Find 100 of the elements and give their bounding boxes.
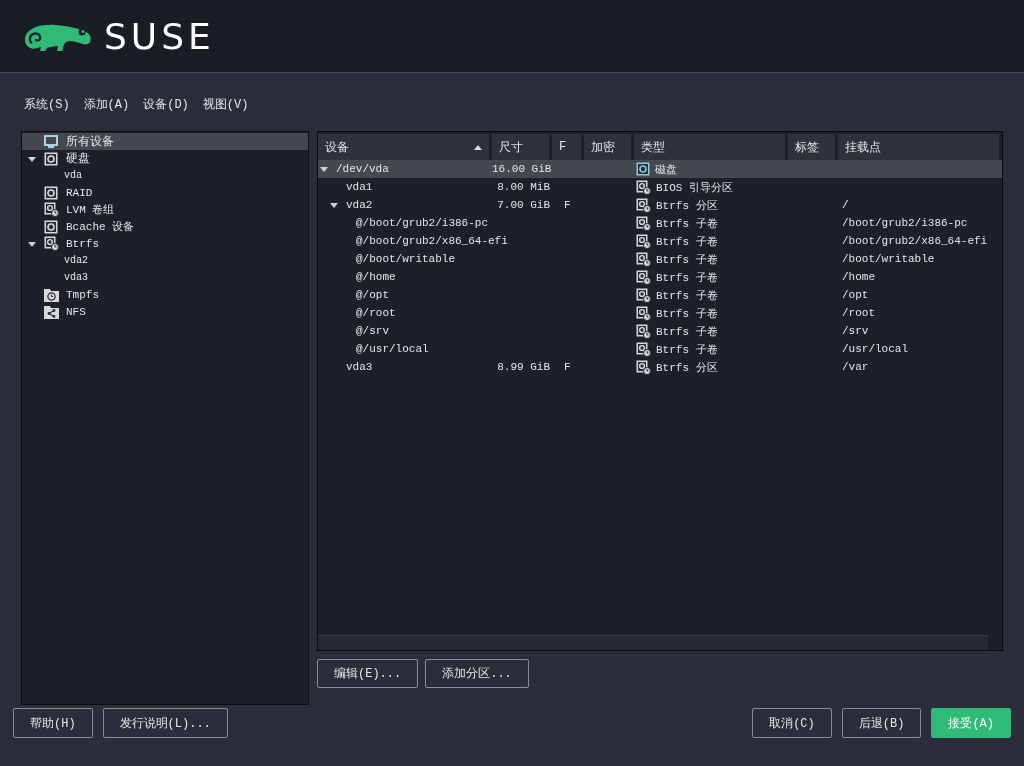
disk-clock-icon [636,179,651,195]
disk-clock-icon [636,269,651,285]
table-row[interactable]: @/home Btrfs 子卷 /home [318,268,1002,286]
mount-point-cell: /var [842,361,869,373]
column-header[interactable]: 标签 [788,134,835,160]
column-header[interactable]: 尺寸 [492,134,549,160]
disk-clock-icon [636,215,651,231]
device-cell: @/root [356,307,396,319]
table-row[interactable]: @/srv Btrfs 子卷 /srv [318,322,1002,340]
type-cell-text: 磁盘 [655,162,677,177]
disk-clock-icon [636,197,651,213]
tree-item[interactable]: Bcache 设备 [22,218,308,235]
type-cell-text: Btrfs 分区 [656,198,718,213]
table-row[interactable]: @/opt Btrfs 子卷 /opt [318,286,1002,304]
mount-point-cell: /home [842,271,875,283]
footer-button[interactable]: 取消(C) [752,708,832,738]
logo-text: SUSE [104,15,215,57]
type-cell-text: Btrfs 子卷 [656,216,718,231]
table-row[interactable]: @/boot/writable Btrfs 子卷 /boot/writable [318,250,1002,268]
footer-button[interactable]: 后退(B) [841,708,922,738]
table-row[interactable]: @/usr/local Btrfs 子卷 /usr/local [318,340,1002,358]
disk-clock-icon [636,359,651,375]
monitor-icon [44,134,58,149]
size-cell: 8.99 GiB [497,361,550,373]
collapse-arrow-icon[interactable] [330,201,338,209]
footer-button[interactable]: 帮助(H) [13,708,93,738]
device-cell: @/boot/grub2/i386-pc [356,217,489,229]
disk-icon [636,162,650,176]
format-flag-cell: F [564,361,571,373]
folder-clock-icon [44,287,59,302]
tree-item[interactable]: Btrfs [22,235,308,252]
column-header[interactable]: 挂载点 [838,134,999,160]
tree-item[interactable]: RAID [22,184,308,201]
table-row[interactable]: vda2 7.00 GiB F Btrfs 分区 / [318,196,1002,214]
device-cell: @/boot/grub2/x86_64-efi [356,235,508,247]
device-cell: vda3 [346,361,373,373]
disk-clock-icon [636,341,651,357]
type-cell-text: Btrfs 子卷 [656,342,718,357]
type-cell-text: Btrfs 子卷 [656,288,718,303]
type-cell-text: Btrfs 子卷 [656,324,718,339]
size-cell: 8.00 MiB [497,181,550,193]
collapse-arrow-icon[interactable] [320,165,328,173]
tree-item[interactable]: 硬盘 [22,150,308,167]
device-cell: @/opt [356,289,389,301]
mount-point-cell: /boot/grub2/x86_64-efi [842,235,988,247]
mount-point-cell: /opt [842,289,869,301]
device-cell: vda2 [346,199,373,211]
tree-item[interactable]: NFS [22,303,308,320]
column-header[interactable]: 加密 [584,134,631,160]
disk-clock-icon [636,233,651,249]
mount-point-cell: /boot/writable [842,253,935,265]
mount-point-cell: /srv [842,325,869,337]
tree-item[interactable]: Tmpfs [22,286,308,303]
size-cell: 7.00 GiB [497,199,550,211]
device-cell: vda1 [346,181,373,193]
mount-point-cell: / [842,199,849,211]
table-row[interactable]: /dev/vda 16.00 GiB 磁盘 [318,160,1002,178]
type-cell-text: Btrfs 子卷 [656,306,718,321]
horizontal-scrollbar[interactable] [318,635,988,650]
table-row[interactable]: vda3 8.99 GiB F Btrfs 分区 /var [318,358,1002,376]
device-cell: @/boot/writable [356,253,456,265]
type-cell-text: Btrfs 子卷 [656,270,718,285]
tree-item[interactable]: 所有设备 [22,133,308,150]
table-action-button[interactable]: 添加分区... [425,659,529,688]
device-cell: @/usr/local [356,343,429,355]
column-header[interactable]: F [552,134,581,160]
tree-item[interactable]: vda2 [22,252,308,269]
tree-item[interactable]: LVM 卷组 [22,201,308,218]
disk-clock-icon [636,251,651,267]
disk-icon [44,185,58,200]
disk-icon [44,151,58,166]
footer-button[interactable]: 发行说明(L)... [102,708,228,738]
table-row[interactable]: @/boot/grub2/i386-pc Btrfs 子卷 /boot/grub2/i386-pc [318,214,1002,232]
format-flag-cell: F [564,199,571,211]
mount-point-cell: /boot/grub2/i386-pc [842,217,968,229]
disk-clock-icon [44,236,59,251]
type-cell-text: Btrfs 子卷 [656,252,718,267]
mount-point-cell: /usr/local [842,343,908,355]
disk-icon [44,219,58,234]
column-header[interactable]: 类型 [634,134,785,160]
table-action-button[interactable]: 编辑(E)... [317,659,419,688]
disk-clock-icon [44,202,59,217]
sort-ascending-icon [474,144,482,150]
table-row[interactable]: vda1 8.00 MiB BIOS 引导分区 [318,178,1002,196]
disk-clock-icon [636,287,651,303]
device-cell: @/home [356,271,396,283]
collapse-arrow-icon[interactable] [28,239,36,248]
folder-share-icon [44,304,59,319]
type-cell-text: Btrfs 分区 [656,360,718,375]
type-cell-text: Btrfs 子卷 [656,234,718,249]
table-row[interactable]: @/boot/grub2/x86_64-efi Btrfs 子卷 /boot/grub2/x86_64-efi [318,232,1002,250]
disk-clock-icon [636,305,651,321]
column-header[interactable]: 设备 [318,134,489,160]
disk-clock-icon [636,323,651,339]
tree-item[interactable]: vda3 [22,269,308,286]
table-row[interactable]: @/root Btrfs 子卷 /root [318,304,1002,322]
collapse-arrow-icon[interactable] [28,154,36,163]
tree-item[interactable]: vda [22,167,308,184]
mount-point-cell: /root [842,307,875,319]
device-cell: /dev/vda [336,163,389,175]
